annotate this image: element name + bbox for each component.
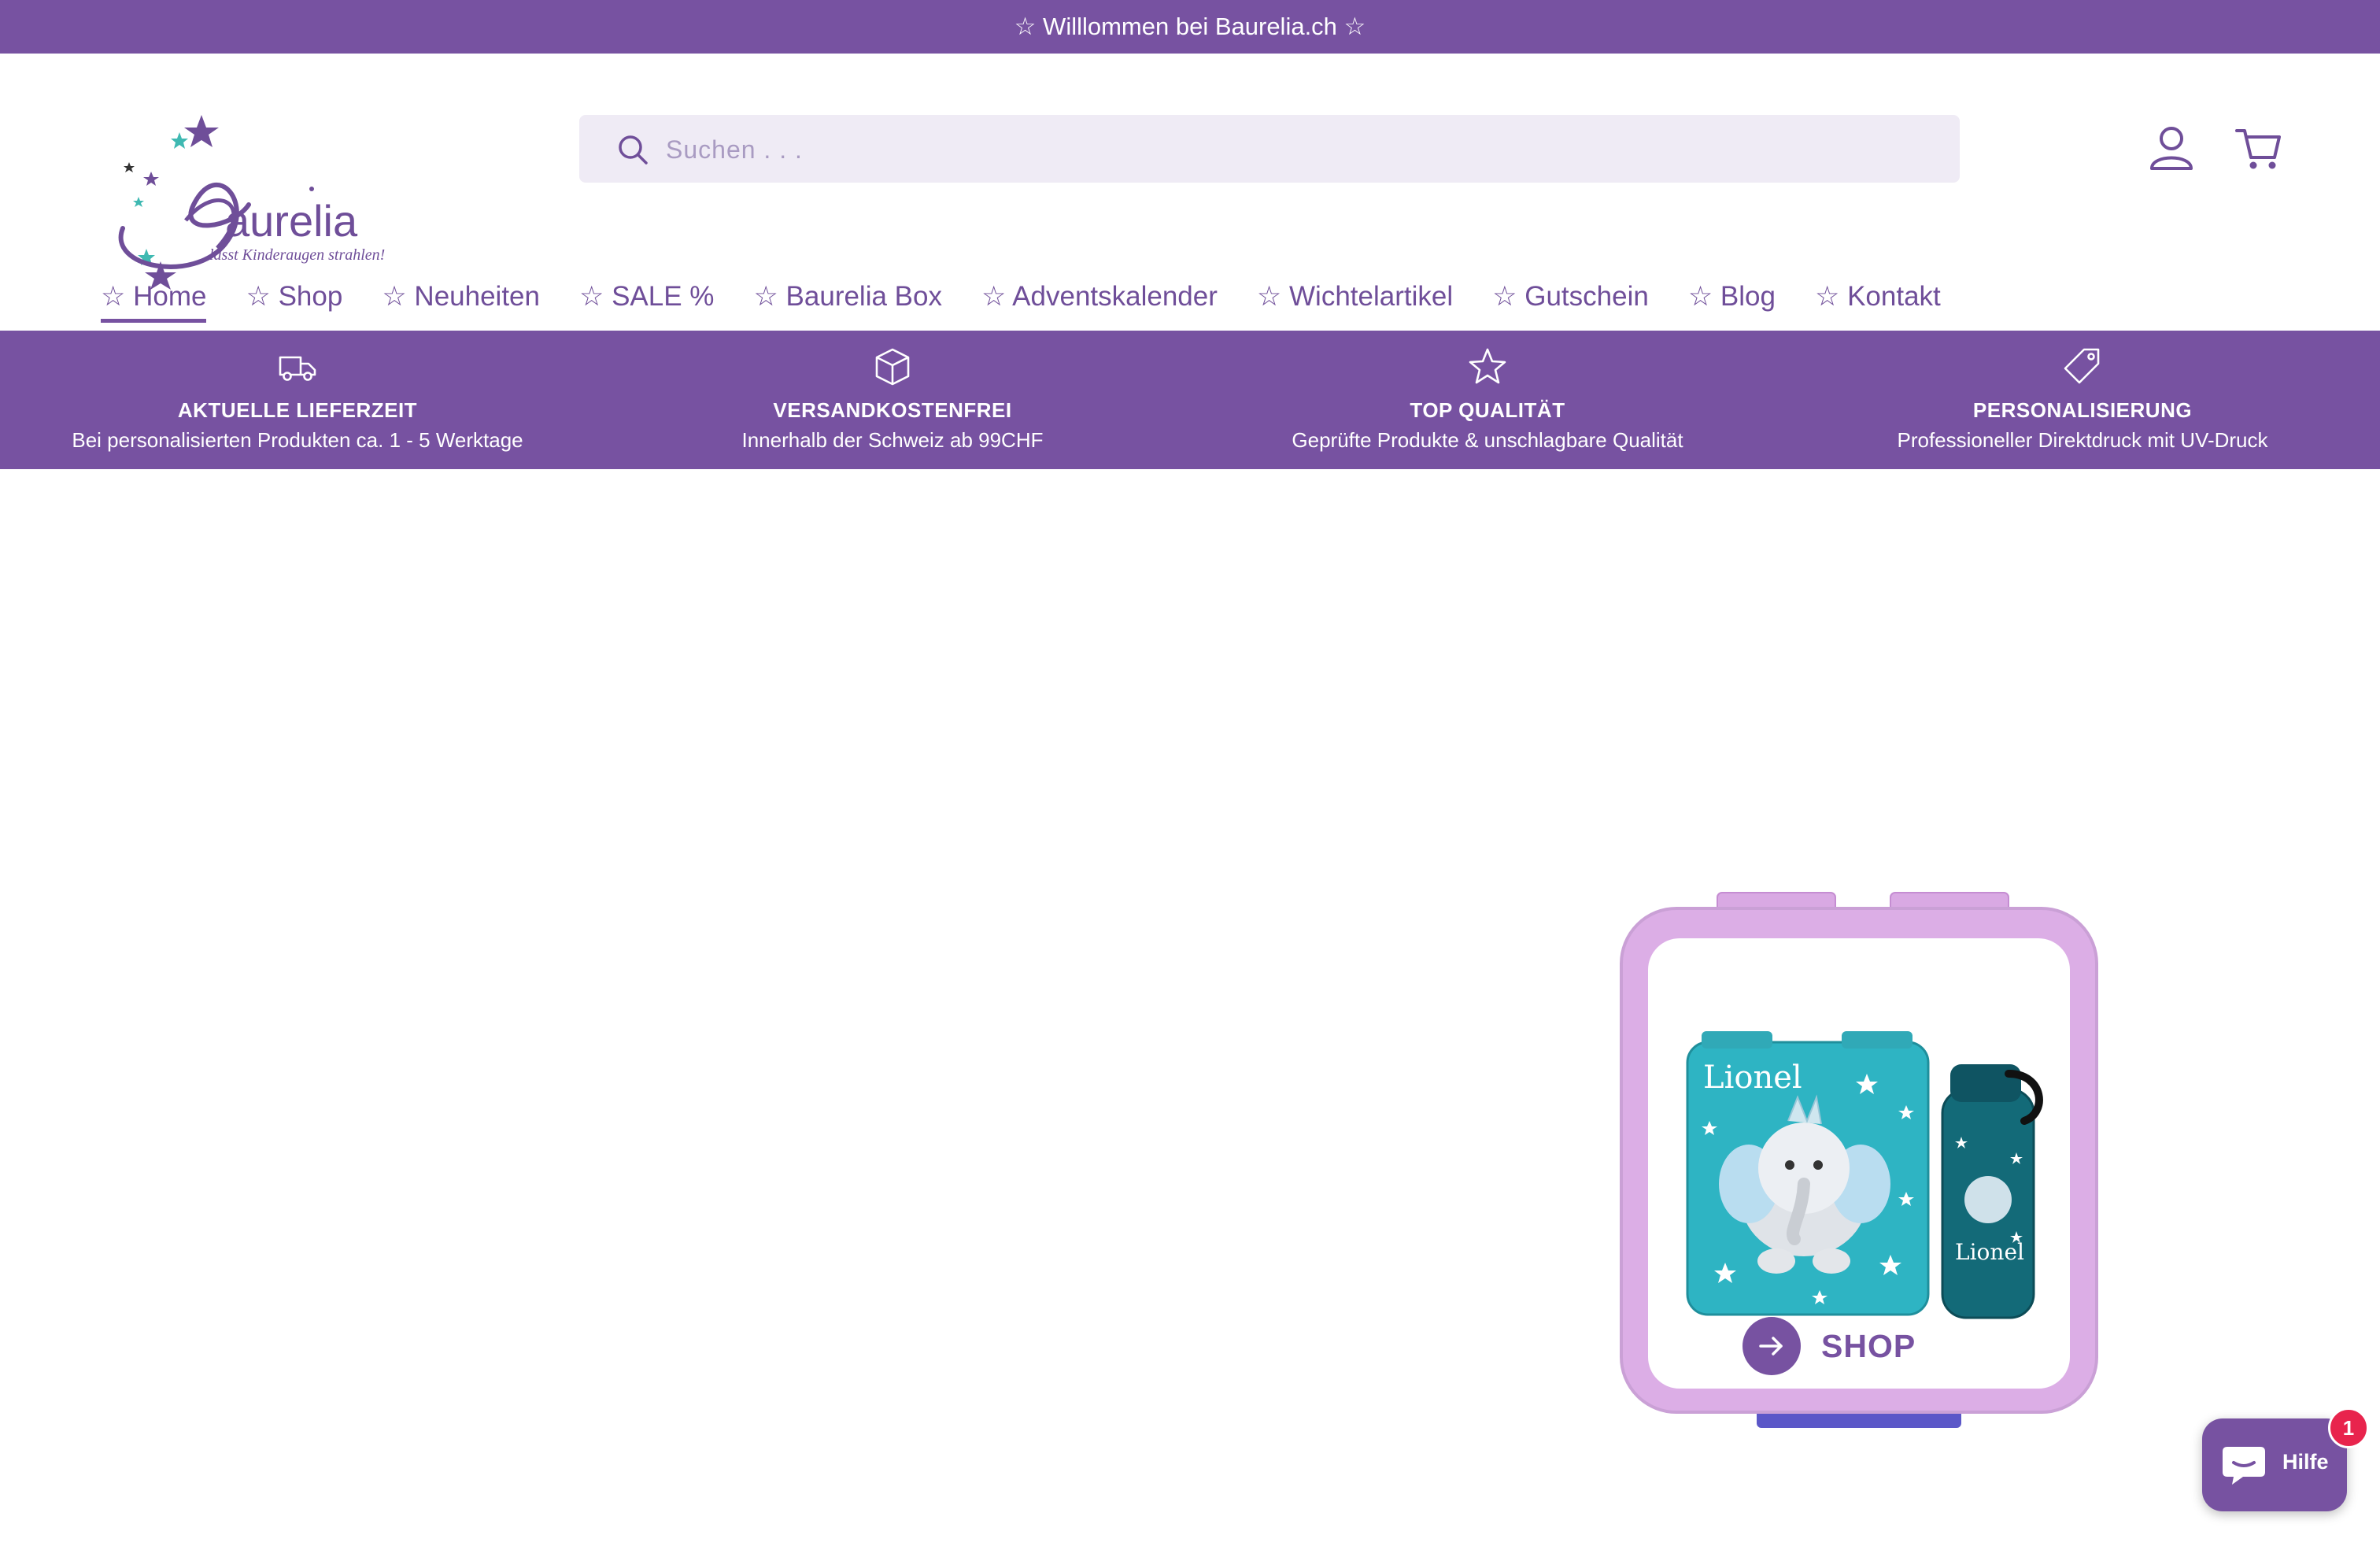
feature-description: Bei personalisierten Produkten ca. 1 - 5… xyxy=(72,428,523,452)
arrow-right-icon xyxy=(1743,1317,1801,1375)
user-icon[interactable] xyxy=(2145,123,2197,175)
search-icon[interactable] xyxy=(615,132,650,167)
shop-button-label: SHOP xyxy=(1821,1327,1916,1364)
nav-item-home[interactable]: ☆ Home xyxy=(101,279,207,327)
nav-item-baurelia-box[interactable]: ☆ Baurelia Box xyxy=(753,279,942,327)
nav-item-adventskalender[interactable]: ☆ Adventskalender xyxy=(981,279,1218,327)
nav-item-sale[interactable]: ☆ SALE % xyxy=(579,279,714,327)
nav-item-wichtelartikel[interactable]: ☆ Wichtelartikel xyxy=(1257,279,1453,327)
logo-wordmark: aurelia xyxy=(225,196,358,246)
announcement-text: ☆ Willlommen bei Baurelia.ch ☆ xyxy=(1014,13,1366,40)
logo-star-dark xyxy=(124,162,135,172)
help-chat-widget[interactable]: Hilfe 1 xyxy=(2202,1407,2369,1511)
feature-title: TOP QUALITÄT xyxy=(1410,398,1565,422)
cart-icon[interactable] xyxy=(2232,123,2284,175)
tag-icon xyxy=(2064,348,2100,384)
nav-item-kontakt[interactable]: ☆ Kontakt xyxy=(1815,279,1941,327)
chat-bubble-icon xyxy=(2223,1447,2265,1485)
feature-title: VERSANDKOSTENFREI xyxy=(773,398,1012,422)
nav-item-blog[interactable]: ☆ Blog xyxy=(1688,279,1776,327)
help-label: Hilfe xyxy=(2282,1450,2329,1474)
feature-title: PERSONALISIERUNG xyxy=(1972,398,2193,422)
truck-icon xyxy=(279,356,316,381)
main-navigation: ☆ Home ☆ Shop ☆ Neuheiten ☆ SALE % ☆ Bau… xyxy=(101,279,1980,327)
star-icon xyxy=(1469,348,1506,384)
shop-button[interactable]: SHOP xyxy=(1743,1315,1947,1378)
feature-personalization: PERSONALISIERUNG Professioneller Direktd… xyxy=(1785,331,2380,469)
search-bar[interactable] xyxy=(579,115,1960,184)
promo-bottle-name: Lionel xyxy=(1955,1239,2024,1265)
box-icon xyxy=(875,348,910,386)
logo-star-large xyxy=(184,115,219,147)
logo-tagline: lässt Kinderaugen strahlen! xyxy=(209,246,385,264)
promo-product-name: Lionel xyxy=(1703,1060,1802,1096)
announcement-bar: ☆ Willlommen bei Baurelia.ch ☆ xyxy=(0,0,2380,54)
feature-description: Innerhalb der Schweiz ab 99CHF xyxy=(741,428,1044,452)
logo-star-teal2 xyxy=(133,197,144,207)
feature-quality: TOP QUALITÄT Geprüfte Produkte & unschla… xyxy=(1190,331,1785,469)
nav-item-gutschein[interactable]: ☆ Gutschein xyxy=(1492,279,1649,327)
site-header: aurelia lässt Kinderaugen strahlen! ☆ Ho… xyxy=(0,54,2380,331)
logo-star-small xyxy=(143,172,159,186)
feature-title: AKTUELLE LIEFERZEIT xyxy=(177,398,418,422)
notification-badge: 1 xyxy=(2328,1407,2369,1448)
nav-item-shop[interactable]: ☆ Shop xyxy=(246,279,342,327)
feature-description: Professioneller Direktdruck mit UV-Druck xyxy=(1897,428,2268,452)
feature-shipping: VERSANDKOSTENFREI Innerhalb der Schweiz … xyxy=(595,331,1190,469)
brand-logo[interactable]: aurelia lässt Kinderaugen strahlen! xyxy=(99,110,406,299)
nav-item-neuheiten[interactable]: ☆ Neuheiten xyxy=(382,279,540,327)
search-input[interactable] xyxy=(664,115,1927,184)
feature-delivery: AKTUELLE LIEFERZEIT Bei personalisierten… xyxy=(0,331,595,469)
logo-star-teal xyxy=(171,132,188,149)
feature-bar: AKTUELLE LIEFERZEIT Bei personalisierten… xyxy=(0,331,2380,469)
feature-description: Geprüfte Produkte & unschlagbare Qualitä… xyxy=(1292,428,1683,452)
